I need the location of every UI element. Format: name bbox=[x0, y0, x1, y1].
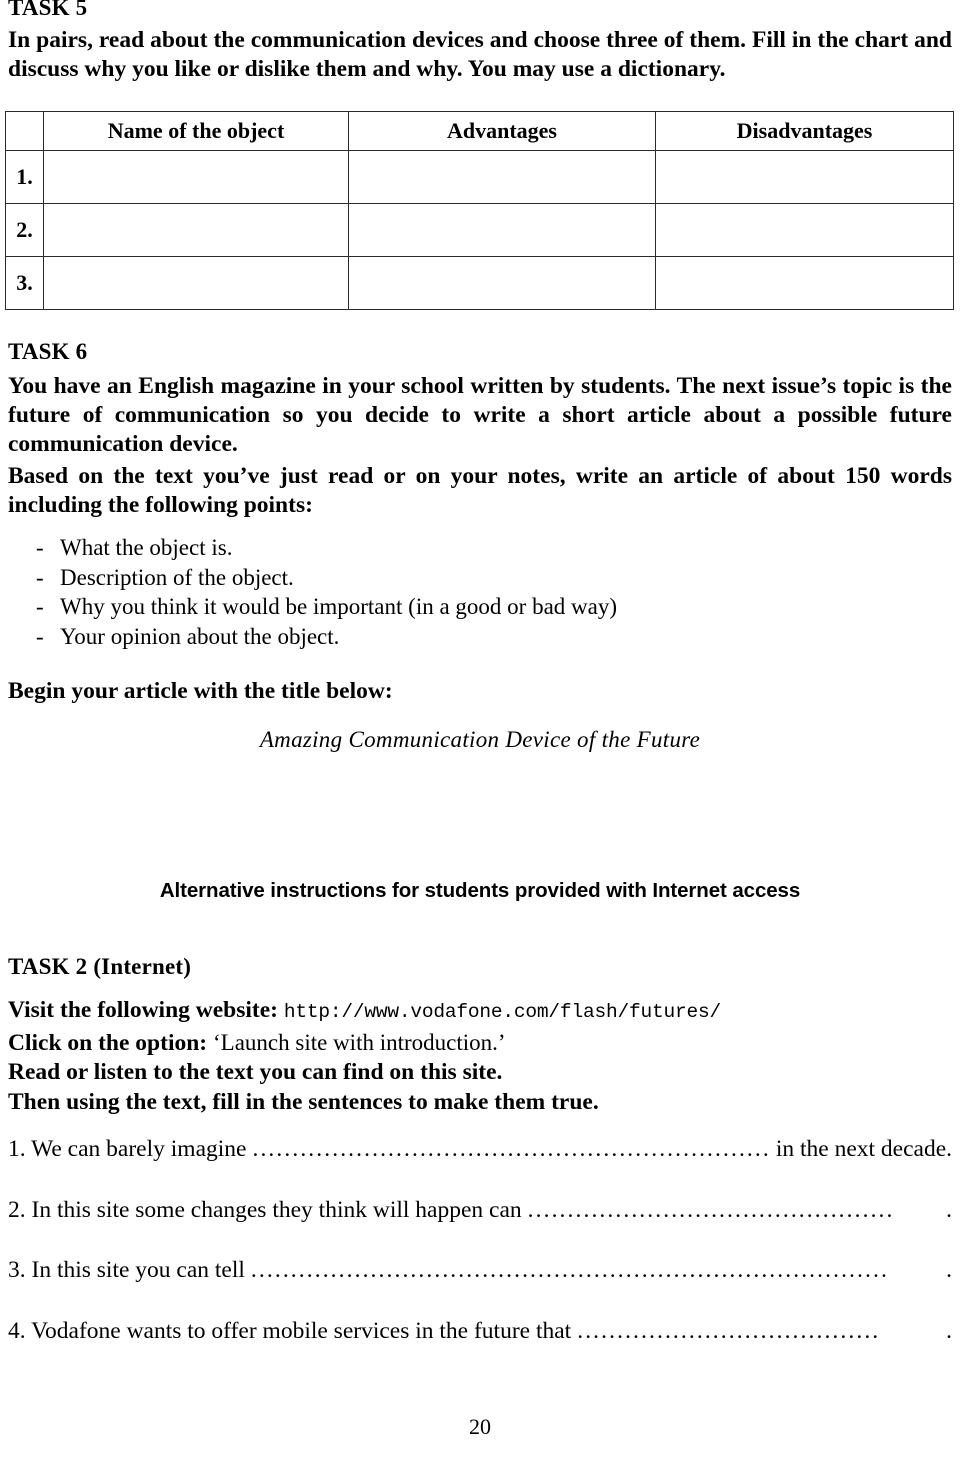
worksheet-page: TASK 5 In pairs, read about the communic… bbox=[0, 0, 960, 1471]
answer-blank[interactable]: ........................................… bbox=[252, 1138, 769, 1162]
list-item-label: Why you think it would be important (in … bbox=[60, 594, 618, 619]
table-row: 3. bbox=[5, 256, 954, 310]
fill-sentence-4: 4. Vodafone wants to offer mobile servic… bbox=[8, 1317, 952, 1344]
dash-bullet: - bbox=[36, 623, 44, 649]
task2-instruction-lines: Visit the following website: http://www.… bbox=[8, 996, 952, 1117]
dash-bullet: - bbox=[36, 535, 44, 560]
answer-blank[interactable]: ........................................… bbox=[528, 1199, 940, 1223]
sentence-suffix: in the next decade. bbox=[775, 1136, 952, 1162]
row-index: 1. bbox=[5, 150, 44, 204]
article-title: Amazing Communication Device of the Futu… bbox=[259, 727, 701, 752]
row-index: 3. bbox=[5, 256, 44, 310]
sentence-suffix: . bbox=[946, 1317, 952, 1344]
cell-name[interactable] bbox=[43, 203, 349, 257]
sentence-prefix: 3. In this site you can tell bbox=[8, 1257, 245, 1283]
table-row: 1. bbox=[5, 150, 954, 204]
cell-advantages[interactable] bbox=[348, 150, 656, 204]
task6-points-list: - What the object is. - Description of t… bbox=[36, 533, 936, 651]
sentence-suffix: . bbox=[946, 1257, 952, 1283]
table-row: 2. bbox=[5, 203, 954, 257]
devices-chart-table: Name of the object Advantages Disadvanta… bbox=[5, 111, 954, 310]
dash-bullet: - bbox=[36, 564, 44, 590]
task2-line-fillin: Then using the text, fill in the sentenc… bbox=[8, 1088, 599, 1115]
task2-line-option: Click on the option: ‘Launch site with i… bbox=[8, 1028, 952, 1059]
task2-line-website: Visit the following website: http://www.… bbox=[8, 996, 952, 1028]
cell-advantages[interactable] bbox=[348, 256, 656, 310]
task2-heading: TASK 2 (Internet) bbox=[8, 954, 192, 979]
page-number: 20 bbox=[469, 1414, 491, 1439]
cell-disadvantages[interactable] bbox=[655, 150, 954, 204]
task2-option-prefix: Click on the option: bbox=[8, 1029, 208, 1056]
vodafone-url[interactable]: http://www.vodafone.com/flash/futures/ bbox=[284, 1001, 721, 1023]
list-item: - Why you think it would be important (i… bbox=[36, 592, 936, 622]
task2-website-prefix: Visit the following website: bbox=[8, 997, 279, 1023]
launch-site-option-label: ‘Launch site with introduction.’ bbox=[213, 1029, 506, 1055]
task5-instructions: In pairs, read about the communication d… bbox=[8, 27, 952, 82]
list-item: - Description of the object. bbox=[36, 563, 936, 593]
table-header-name: Name of the object bbox=[43, 111, 349, 151]
table-header-disadvantages: Disadvantages bbox=[655, 111, 954, 151]
task6-paragraph-1: You have an English magazine in your sch… bbox=[8, 373, 952, 457]
sentence-prefix: 4. Vodafone wants to offer mobile servic… bbox=[8, 1317, 572, 1344]
list-item: - Your opinion about the object. bbox=[36, 622, 936, 652]
cell-advantages[interactable] bbox=[348, 203, 656, 257]
task5-heading: TASK 5 bbox=[8, 0, 88, 20]
fill-sentence-3: 3. In this site you can tell ...........… bbox=[8, 1257, 952, 1283]
fill-sentence-2: 2. In this site some changes they think … bbox=[8, 1196, 952, 1223]
fill-in-sentences: 1. We can barely imagine ...............… bbox=[8, 1136, 952, 1380]
row-index: 2. bbox=[5, 203, 44, 257]
cell-name[interactable] bbox=[43, 150, 349, 204]
fill-sentence-1: 1. We can barely imagine ...............… bbox=[8, 1136, 952, 1162]
task2-line-read: Read or listen to the text you can find … bbox=[8, 1059, 503, 1085]
answer-blank[interactable]: ........................................… bbox=[251, 1259, 940, 1283]
task6-paragraph-2: Based on the text you’ve just read or on… bbox=[8, 463, 952, 518]
table-header-row: Name of the object Advantages Disadvanta… bbox=[5, 111, 954, 151]
list-item: - What the object is. bbox=[36, 533, 936, 563]
table-header-advantages: Advantages bbox=[348, 111, 656, 151]
alternative-instructions-heading: Alternative instructions for students pr… bbox=[159, 879, 801, 902]
sentence-prefix: 1. We can barely imagine bbox=[8, 1136, 247, 1162]
cell-disadvantages[interactable] bbox=[655, 203, 954, 257]
task6-heading: TASK 6 bbox=[8, 339, 88, 364]
list-item-label: Your opinion about the object. bbox=[60, 623, 340, 649]
sentence-suffix: . bbox=[946, 1196, 952, 1223]
list-item-label: What the object is. bbox=[60, 535, 233, 560]
table-header-index bbox=[5, 111, 44, 151]
sentence-prefix: 2. In this site some changes they think … bbox=[8, 1196, 522, 1223]
cell-disadvantages[interactable] bbox=[655, 256, 954, 310]
dash-bullet: - bbox=[36, 594, 44, 619]
answer-blank[interactable]: ...................................... bbox=[577, 1320, 940, 1344]
list-item-label: Description of the object. bbox=[60, 564, 294, 590]
cell-name[interactable] bbox=[43, 256, 349, 310]
begin-article-line: Begin your article with the title below: bbox=[8, 678, 393, 704]
